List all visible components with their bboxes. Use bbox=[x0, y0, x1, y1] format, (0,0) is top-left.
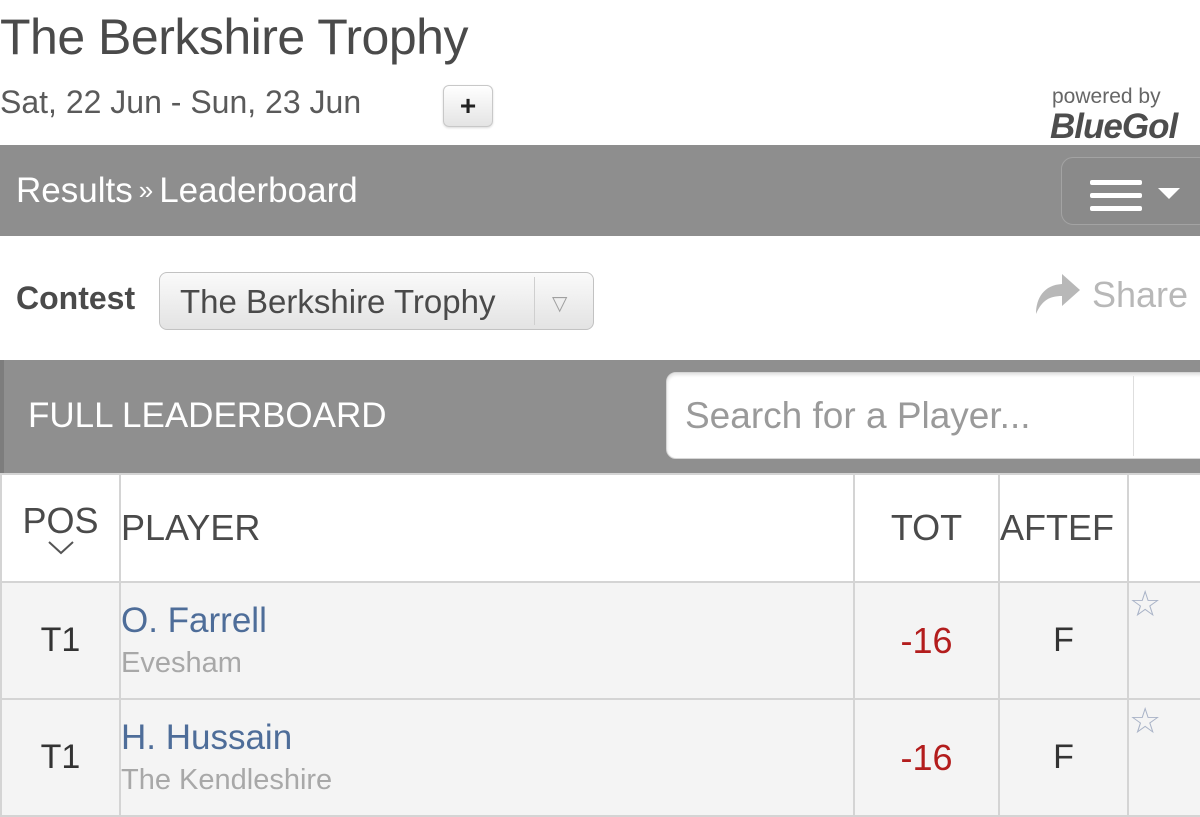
main-menu-button[interactable] bbox=[1061, 157, 1200, 225]
favorite-star-icon[interactable]: ☆ bbox=[1127, 698, 1200, 817]
chevron-down-icon bbox=[1158, 188, 1180, 199]
table-header-row: POS PLAYER TOT AFTEF bbox=[0, 473, 1200, 583]
share-button[interactable]: Share bbox=[1032, 272, 1188, 318]
select-divider bbox=[534, 277, 535, 325]
player-club: The Kendleshire bbox=[121, 764, 333, 797]
row-after-hole: F bbox=[998, 698, 1129, 817]
row-after-hole: F bbox=[998, 581, 1129, 700]
powered-by-label: powered by bbox=[1052, 85, 1161, 108]
player-name-link[interactable]: O. Farrell bbox=[122, 601, 852, 641]
player-column-header[interactable]: PLAYER bbox=[119, 473, 855, 583]
pos-column-header[interactable]: POS bbox=[0, 473, 121, 583]
leaderboard-title: FULL LEADERBOARD bbox=[28, 396, 387, 435]
row-total-score: -16 bbox=[853, 698, 1000, 817]
player-club: Evesham bbox=[121, 647, 242, 680]
row-player-cell: H. Hussain The Kendleshire bbox=[119, 698, 855, 817]
event-title: The Berkshire Trophy bbox=[0, 9, 468, 65]
row-player-cell: O. Farrell Evesham bbox=[119, 581, 855, 700]
row-position: T1 bbox=[0, 581, 121, 700]
player-search-input[interactable] bbox=[666, 372, 1200, 459]
share-arrow-icon bbox=[1036, 274, 1080, 314]
leaderboard-table: POS PLAYER TOT AFTEF T1 O. Farrell Evesh… bbox=[0, 473, 1200, 817]
brand-name: BlueGol bbox=[1050, 107, 1178, 146]
contest-label: Contest bbox=[16, 280, 136, 316]
contest-selected-value: The Berkshire Trophy bbox=[180, 283, 496, 320]
event-dates: Sat, 22 Jun - Sun, 23 Jun bbox=[0, 84, 362, 120]
expand-details-button[interactable]: + bbox=[443, 85, 493, 127]
navigation-bar: Results» Leaderboard bbox=[0, 145, 1200, 236]
search-divider bbox=[1133, 376, 1134, 456]
row-position: T1 bbox=[0, 698, 121, 817]
favorite-column-header bbox=[1127, 473, 1200, 583]
hamburger-menu-icon bbox=[1090, 180, 1142, 219]
leaderboard-header: FULL LEADERBOARD bbox=[0, 360, 1200, 473]
breadcrumb-current: Leaderboard bbox=[159, 171, 358, 210]
dropdown-arrow-icon: ▽ bbox=[552, 293, 568, 315]
breadcrumb-results-link[interactable]: Results bbox=[16, 171, 133, 210]
share-label: Share bbox=[1092, 274, 1189, 315]
favorite-star-icon[interactable]: ☆ bbox=[1127, 581, 1200, 700]
after-column-header[interactable]: AFTEF bbox=[998, 473, 1129, 583]
breadcrumb-separator: » bbox=[138, 175, 154, 205]
pos-header-label: POS bbox=[22, 500, 99, 541]
sort-chevron-down-icon bbox=[3, 540, 118, 558]
contest-select[interactable]: The Berkshire Trophy ▽ bbox=[159, 272, 594, 330]
table-row[interactable]: T1 H. Hussain The Kendleshire -16 F ☆ bbox=[0, 698, 1200, 817]
row-total-score: -16 bbox=[853, 581, 1000, 700]
tot-column-header[interactable]: TOT bbox=[853, 473, 1000, 583]
player-name-link[interactable]: H. Hussain bbox=[122, 718, 852, 758]
powered-by-logo[interactable]: powered by BlueGol bbox=[1050, 85, 1178, 146]
table-row[interactable]: T1 O. Farrell Evesham -16 F ☆ bbox=[0, 581, 1200, 700]
breadcrumb: Results» Leaderboard bbox=[16, 171, 358, 211]
